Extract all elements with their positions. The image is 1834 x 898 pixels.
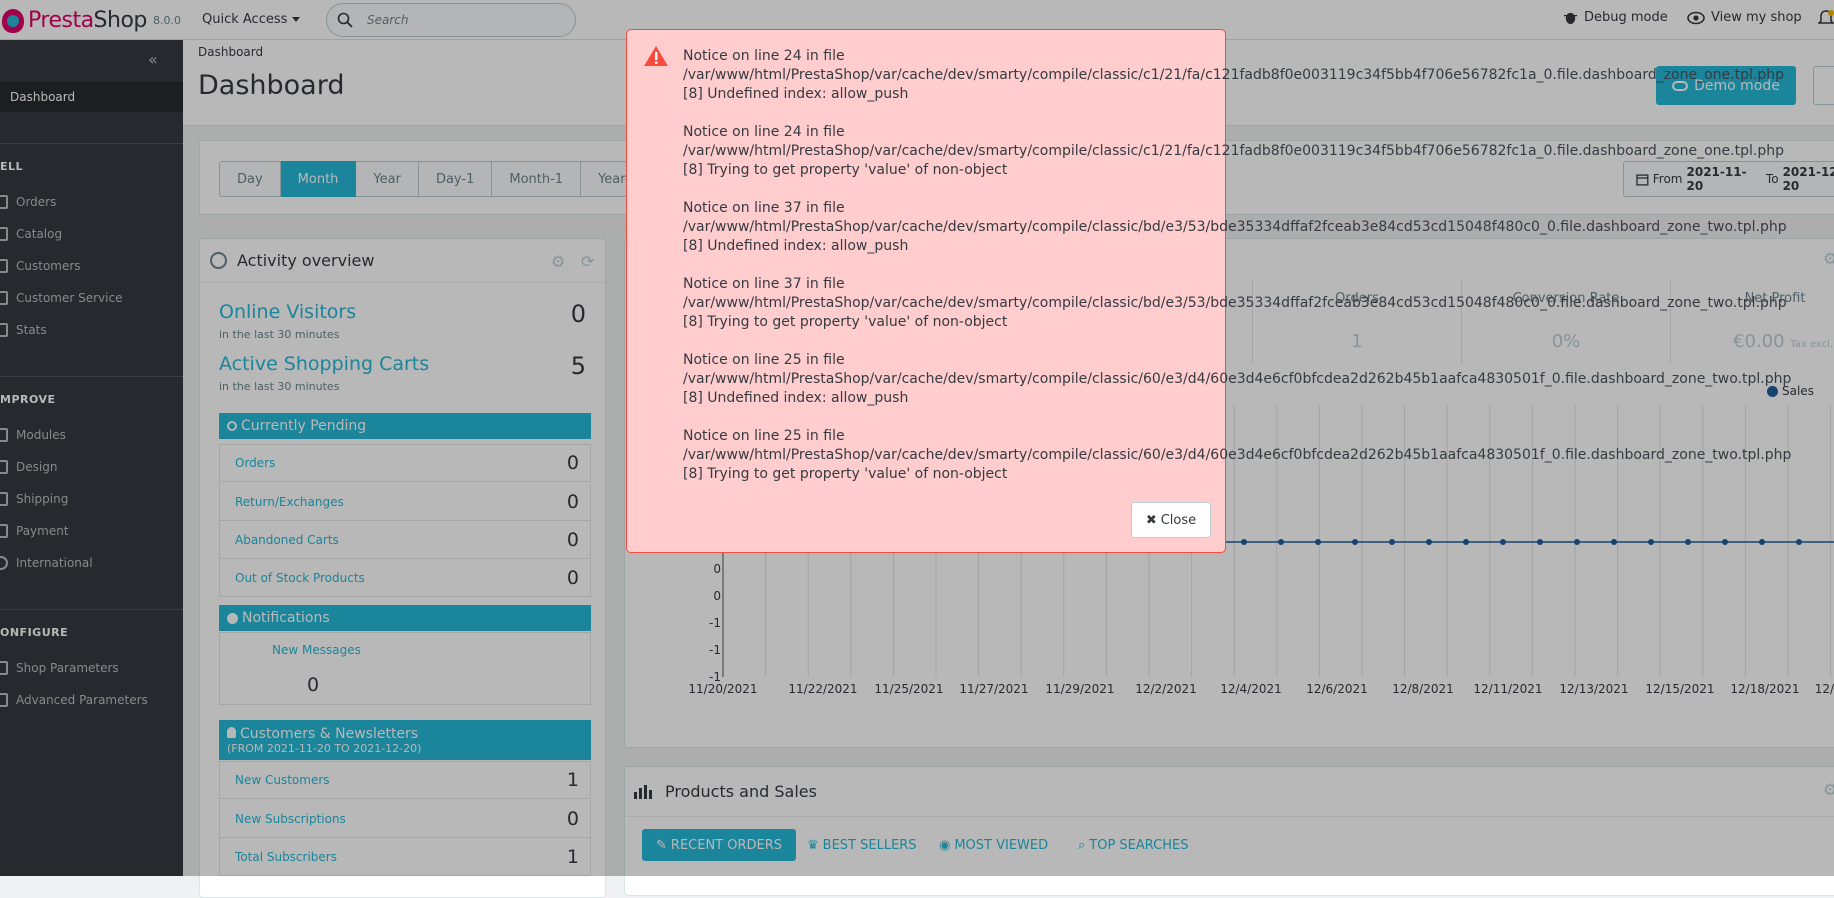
- notice-message: [8] Undefined index: allow_push: [683, 238, 909, 254]
- close-button[interactable]: ✖ Close: [1131, 502, 1211, 538]
- notice-item: Notice on line 37 in file/var/www/html/P…: [683, 199, 1787, 256]
- notice-message: [8] Trying to get property 'value' of no…: [683, 466, 1008, 482]
- notice-head: Notice on line 37 in file: [683, 276, 845, 292]
- notice-message: [8] Undefined index: allow_push: [683, 390, 909, 406]
- notice-path: /var/www/html/PrestaShop/var/cache/dev/s…: [683, 447, 1792, 463]
- warning-icon: [644, 46, 668, 66]
- notice-message: [8] Undefined index: allow_push: [683, 86, 909, 102]
- notice-head: Notice on line 37 in file: [683, 200, 845, 216]
- close-label: Close: [1160, 512, 1197, 528]
- notice-item: Notice on line 24 in file/var/www/html/P…: [683, 123, 1784, 180]
- notice-head: Notice on line 25 in file: [683, 352, 845, 368]
- notice-path: /var/www/html/PrestaShop/var/cache/dev/s…: [683, 219, 1787, 235]
- page: PrestaShop 8.0.0 Quick Access Search Deb…: [0, 0, 1834, 898]
- notice-head: Notice on line 24 in file: [683, 48, 845, 64]
- notice-path: /var/www/html/PrestaShop/var/cache/dev/s…: [683, 143, 1784, 159]
- notice-item: Notice on line 37 in file/var/www/html/P…: [683, 275, 1787, 332]
- notice-message: [8] Trying to get property 'value' of no…: [683, 314, 1008, 330]
- close-icon: ✖: [1145, 512, 1157, 528]
- notice-path: /var/www/html/PrestaShop/var/cache/dev/s…: [683, 67, 1784, 83]
- notice-head: Notice on line 25 in file: [683, 428, 845, 444]
- notice-message: [8] Trying to get property 'value' of no…: [683, 162, 1008, 178]
- error-notice-modal: Notice on line 24 in file/var/www/html/P…: [626, 29, 1791, 553]
- notice-item: Notice on line 24 in file/var/www/html/P…: [683, 47, 1784, 104]
- notice-path: /var/www/html/PrestaShop/var/cache/dev/s…: [683, 295, 1787, 311]
- notice-item: Notice on line 25 in file/var/www/html/P…: [683, 351, 1791, 408]
- notice-path: /var/www/html/PrestaShop/var/cache/dev/s…: [683, 371, 1792, 387]
- notice-head: Notice on line 24 in file: [683, 124, 845, 140]
- notice-item: Notice on line 25 in file/var/www/html/P…: [683, 427, 1791, 484]
